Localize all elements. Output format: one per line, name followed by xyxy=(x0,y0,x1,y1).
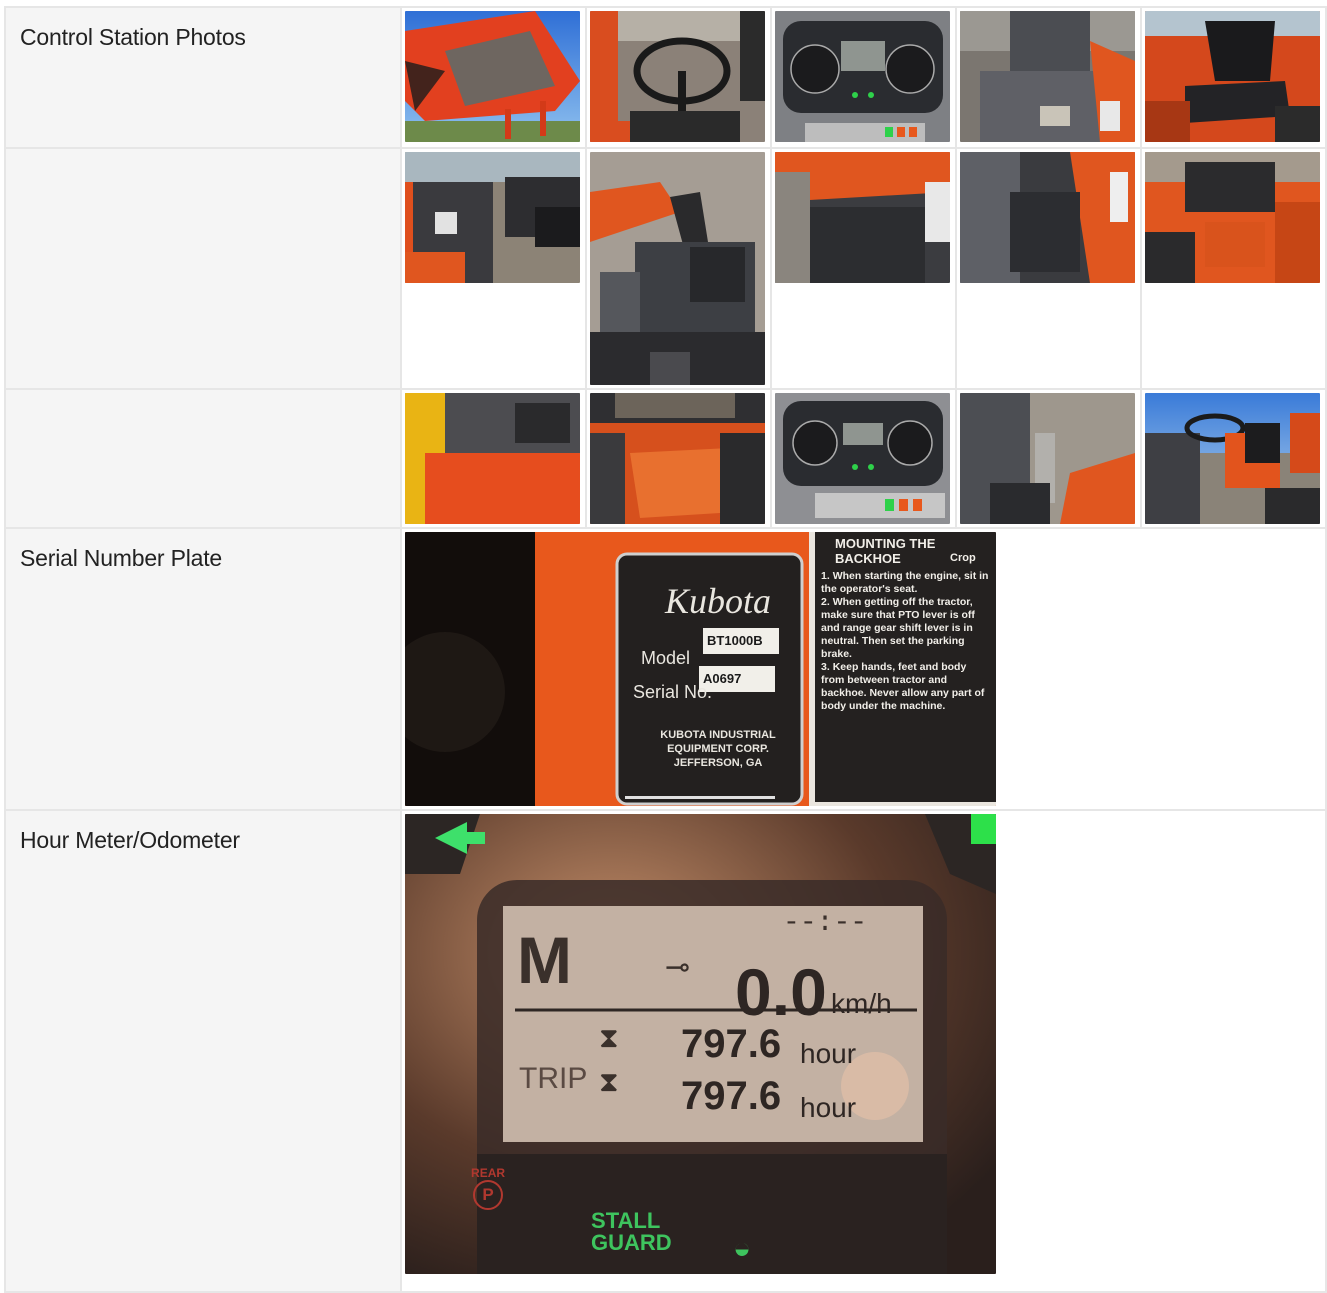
photo-thumbnail-steering[interactable] xyxy=(590,11,766,142)
table-row xyxy=(6,390,1325,527)
photo-cell xyxy=(956,390,1140,527)
photo-cell xyxy=(402,390,586,527)
plate-serial-label: Serial No. xyxy=(633,682,713,702)
row-label-cell: Control Station Photos xyxy=(6,8,401,147)
photo-cell xyxy=(1141,390,1325,527)
photo-thumbnail-dashboard[interactable] xyxy=(775,11,950,142)
warning-item: 2. When getting off the tractor, make su… xyxy=(821,596,975,660)
photo-cell xyxy=(772,149,955,388)
warning-item: 3. Keep hands, feet and body from betwee… xyxy=(821,661,985,712)
stall-line: STALL xyxy=(591,1208,661,1233)
row-label: Control Station Photos xyxy=(20,24,246,50)
photo-serial-plate[interactable]: Kubota Model BT1000B Serial No. A0697 KU… xyxy=(405,532,997,806)
meter-trip-unit: hour xyxy=(800,1092,857,1123)
warning-item: 1. When starting the engine, sit in the … xyxy=(821,570,989,595)
warning-list: 1. When starting the engine, sit in the … xyxy=(821,570,991,713)
plate-maker-line: JEFFERSON, GA xyxy=(673,757,763,769)
photo-cell xyxy=(1141,8,1325,147)
plate-model-value: BT1000B xyxy=(707,633,763,648)
photo-cell xyxy=(772,390,955,527)
plate-maker: KUBOTA INDUSTRIAL EQUIPMENT CORP. JEFFER… xyxy=(643,728,793,770)
plate-serial-value: A0697 xyxy=(703,671,742,686)
table-row xyxy=(6,149,1325,388)
hourglass-icon: ⧗ xyxy=(599,1066,619,1097)
row-label-cell: Hour Meter/Odometer xyxy=(6,811,401,1291)
photo-cell xyxy=(772,8,955,147)
plate-model-label: Model xyxy=(641,648,691,668)
photo-cell xyxy=(587,390,770,527)
photo-thumbnail-floor-right[interactable] xyxy=(959,152,1135,283)
turtle-icon: ◒ xyxy=(733,1232,752,1265)
stall-guard-label: STALL GUARD xyxy=(591,1210,672,1254)
photo-cell xyxy=(956,8,1140,147)
meter-speed-unit: km/h xyxy=(831,988,892,1019)
row-label: Serial Number Plate xyxy=(20,545,223,571)
meter-time: --:-- xyxy=(783,908,868,939)
meter-hours: 797.6 xyxy=(681,1022,782,1066)
plate-brand: Kubota xyxy=(665,581,772,621)
meter-hours-unit: hour xyxy=(800,1038,857,1069)
row-label-cell xyxy=(6,390,401,527)
plate-maker-line: KUBOTA INDUSTRIAL xyxy=(660,729,776,741)
photo-thumbnail-canopy[interactable] xyxy=(405,11,581,142)
photo-thumbnail-left-side[interactable] xyxy=(405,152,581,283)
photo-thumbnail-dashboard-welcome[interactable] xyxy=(775,393,950,524)
photo-thumbnail-console-closeup[interactable] xyxy=(590,152,766,385)
photo-thumbnail-hydraulic-lever[interactable] xyxy=(959,393,1135,524)
photo-thumbnail-floor-pedals[interactable] xyxy=(959,11,1135,142)
photo-thumbnail-seat[interactable] xyxy=(1144,11,1320,142)
table-row: Control Station Photos xyxy=(6,8,1325,147)
photo-cell xyxy=(587,149,770,388)
photo-cell xyxy=(587,8,770,147)
crop-label: Crop xyxy=(950,552,976,564)
photo-thumbnail-step[interactable] xyxy=(405,393,581,524)
photo-thumbnail-floor-left[interactable] xyxy=(775,152,950,283)
photo-cell xyxy=(1141,149,1325,388)
row-label: Hour Meter/Odometer xyxy=(20,827,240,853)
key-icon: ⊸ xyxy=(665,951,691,984)
photo-hour-meter[interactable]: M --:-- ⊸ 0.0 km/h ⧗ 797.6 hour TRIP ⧗ 7… xyxy=(405,814,997,1274)
photo-thumbnail-seat-base[interactable] xyxy=(590,393,766,524)
row-label-cell xyxy=(6,149,401,388)
row-label-cell: Serial Number Plate xyxy=(6,529,401,809)
rear-label: REAR xyxy=(471,1166,506,1180)
photo-cell: Kubota Model BT1000B Serial No. A0697 KU… xyxy=(402,529,1325,809)
photo-thumbnail-operator-area[interactable] xyxy=(1144,393,1320,524)
meter-mode: M xyxy=(517,923,573,997)
stall-line: GUARD xyxy=(591,1230,672,1255)
hourglass-icon: ⧗ xyxy=(599,1022,619,1053)
parking-brake-icon: P xyxy=(473,1180,504,1210)
listing-table: Control Station Photos Serial Number Pla… xyxy=(4,6,1327,1293)
table-row: Hour Meter/Odometer M --:-- ⊸ 0.0 km/h ⧗… xyxy=(6,811,1325,1291)
photo-cell xyxy=(402,149,586,388)
photo-cell xyxy=(402,8,586,147)
meter-trip-label: TRIP xyxy=(519,1062,588,1095)
photo-cell xyxy=(956,149,1140,388)
plate-maker-line: EQUIPMENT CORP. xyxy=(667,743,769,755)
photo-thumbnail-rear-fender[interactable] xyxy=(1144,152,1320,283)
table-row: Serial Number Plate Kubota Model BT1000B xyxy=(6,529,1325,809)
meter-trip-hours: 797.6 xyxy=(681,1074,782,1118)
photo-cell: M --:-- ⊸ 0.0 km/h ⧗ 797.6 hour TRIP ⧗ 7… xyxy=(402,811,1325,1291)
meter-speed: 0.0 xyxy=(735,955,827,1029)
